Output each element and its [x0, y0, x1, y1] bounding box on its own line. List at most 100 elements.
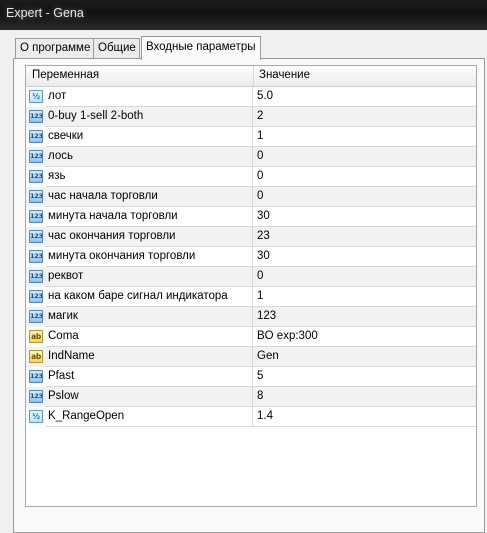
parameter-name-cell[interactable]: язь [46, 167, 253, 187]
parameter-name-cell[interactable]: свечки [46, 127, 253, 147]
int-type-icon: 123 [29, 270, 43, 283]
parameter-value-cell[interactable]: 1.4 [253, 407, 476, 427]
parameter-value-cell[interactable]: 30 [253, 247, 476, 267]
table-row[interactable]: ½ лот 5.0 [26, 87, 476, 107]
parameter-name: час начала торговли [48, 190, 158, 202]
double-type-icon: ½ [29, 90, 43, 103]
table-row[interactable]: 123 минута окончания торговли 30 [26, 247, 476, 267]
tab-input-parameters[interactable]: Входные параметры [141, 36, 261, 60]
int-type-icon: 123 [29, 150, 43, 163]
parameter-value-cell[interactable]: 1 [253, 127, 476, 147]
parameter-name: минута начала торговли [48, 210, 178, 222]
parameter-value-cell[interactable]: 8 [253, 387, 476, 407]
table-row[interactable]: 123 свечки 1 [26, 127, 476, 147]
parameter-name: Coma [48, 330, 79, 342]
parameter-value: 8 [257, 390, 264, 402]
parameter-value: 1 [257, 130, 264, 142]
table-row[interactable]: 123 0-buy 1-sell 2-both 2 [26, 107, 476, 127]
parameter-value-cell[interactable]: 123 [253, 307, 476, 327]
table-row[interactable]: 123 лось 0 [26, 147, 476, 167]
parameter-name: лот [48, 90, 67, 102]
string-type-icon: ab [29, 350, 43, 363]
parameter-value-cell[interactable]: 0 [253, 167, 476, 187]
parameter-name-cell[interactable]: час начала торговли [46, 187, 253, 207]
parameter-name: час окончания торговли [48, 230, 176, 242]
tab-common[interactable]: Общие [93, 38, 140, 59]
double-type-icon: ½ [29, 410, 43, 423]
table-row[interactable]: 123 час окончания торговли 23 [26, 227, 476, 247]
parameter-name: язь [48, 170, 66, 182]
parameter-value: BO exp:300 [257, 330, 318, 342]
table-row[interactable]: 123 на каком баре сигнал индикатора 1 [26, 287, 476, 307]
parameter-name-cell[interactable]: час окончания торговли [46, 227, 253, 247]
int-type-icon: 123 [29, 170, 43, 183]
table-row[interactable]: 123 Pfast 5 [26, 367, 476, 387]
parameter-value: 1 [257, 290, 264, 302]
parameter-value: 5.0 [257, 90, 273, 102]
parameter-name-cell[interactable]: лот [46, 87, 253, 107]
table-row[interactable]: 123 реквот 0 [26, 267, 476, 287]
parameters-grid: Переменная Значение ½ лот 5.0 123 0-buy 1-se… [25, 65, 477, 507]
parameter-value-cell[interactable]: 2 [253, 107, 476, 127]
parameter-value: 23 [257, 230, 270, 242]
window-titlebar[interactable]: Expert - Gena [0, 0, 487, 30]
parameter-name-cell[interactable]: IndName [46, 347, 253, 367]
parameter-name-cell[interactable]: Coma [46, 327, 253, 347]
parameter-value-cell[interactable]: 0 [253, 147, 476, 167]
table-row[interactable]: 123 магик 123 [26, 307, 476, 327]
parameter-name-cell[interactable]: 0-buy 1-sell 2-both [46, 107, 253, 127]
parameter-value-cell[interactable]: BO exp:300 [253, 327, 476, 347]
table-row[interactable]: 123 язь 0 [26, 167, 476, 187]
table-row[interactable]: ½ K_RangeOpen 1.4 [26, 407, 476, 427]
column-header-value[interactable]: Значение [259, 69, 310, 81]
parameter-name-cell[interactable]: минута окончания торговли [46, 247, 253, 267]
parameter-value-cell[interactable]: 23 [253, 227, 476, 247]
tab-common-label: Общие [98, 42, 136, 54]
parameter-value-cell[interactable]: 30 [253, 207, 476, 227]
parameter-name-cell[interactable]: минута начала торговли [46, 207, 253, 227]
int-type-icon: 123 [29, 190, 43, 203]
parameter-name-cell[interactable]: магик [46, 307, 253, 327]
int-type-icon: 123 [29, 130, 43, 143]
string-type-icon: ab [29, 330, 43, 343]
parameter-name: Pfast [48, 370, 75, 382]
parameter-value: 0 [257, 150, 264, 162]
parameter-value: 123 [257, 310, 277, 322]
parameter-name-cell[interactable]: K_RangeOpen [46, 407, 253, 427]
column-header-variable[interactable]: Переменная [32, 69, 99, 81]
tab-input-parameters-label: Входные параметры [146, 41, 256, 53]
parameter-value-cell[interactable]: Gen [253, 347, 476, 367]
parameter-name: IndName [48, 350, 95, 362]
tab-about-label: О программе [20, 42, 91, 54]
grid-header: Переменная Значение [26, 66, 476, 87]
table-row[interactable]: ab Coma BO exp:300 [26, 327, 476, 347]
column-divider[interactable] [253, 66, 254, 86]
parameter-value-cell[interactable]: 0 [253, 267, 476, 287]
int-type-icon: 123 [29, 110, 43, 123]
parameter-name-cell[interactable]: на каком баре сигнал индикатора [46, 287, 253, 307]
int-type-icon: 123 [29, 310, 43, 323]
parameter-value: Gen [257, 350, 279, 362]
parameter-value-cell[interactable]: 5.0 [253, 87, 476, 107]
parameter-value-cell[interactable]: 5 [253, 367, 476, 387]
parameter-name-cell[interactable]: Pfast [46, 367, 253, 387]
table-row[interactable]: ab IndName Gen [26, 347, 476, 367]
parameter-value-cell[interactable]: 0 [253, 187, 476, 207]
tab-about[interactable]: О программе [15, 38, 94, 59]
parameter-name: магик [48, 310, 78, 322]
parameter-name: реквот [48, 270, 84, 282]
int-type-icon: 123 [29, 230, 43, 243]
table-row[interactable]: 123 час начала торговли 0 [26, 187, 476, 207]
int-type-icon: 123 [29, 290, 43, 303]
parameter-name-cell[interactable]: лось [46, 147, 253, 167]
table-row[interactable]: 123 Pslow 8 [26, 387, 476, 407]
parameter-name: свечки [48, 130, 84, 142]
parameter-value-cell[interactable]: 1 [253, 287, 476, 307]
parameter-value: 0 [257, 170, 264, 182]
parameter-value: 0 [257, 270, 264, 282]
parameter-name-cell[interactable]: Pslow [46, 387, 253, 407]
parameter-value: 2 [257, 110, 264, 122]
table-row[interactable]: 123 минута начала торговли 30 [26, 207, 476, 227]
int-type-icon: 123 [29, 370, 43, 383]
parameter-name-cell[interactable]: реквот [46, 267, 253, 287]
